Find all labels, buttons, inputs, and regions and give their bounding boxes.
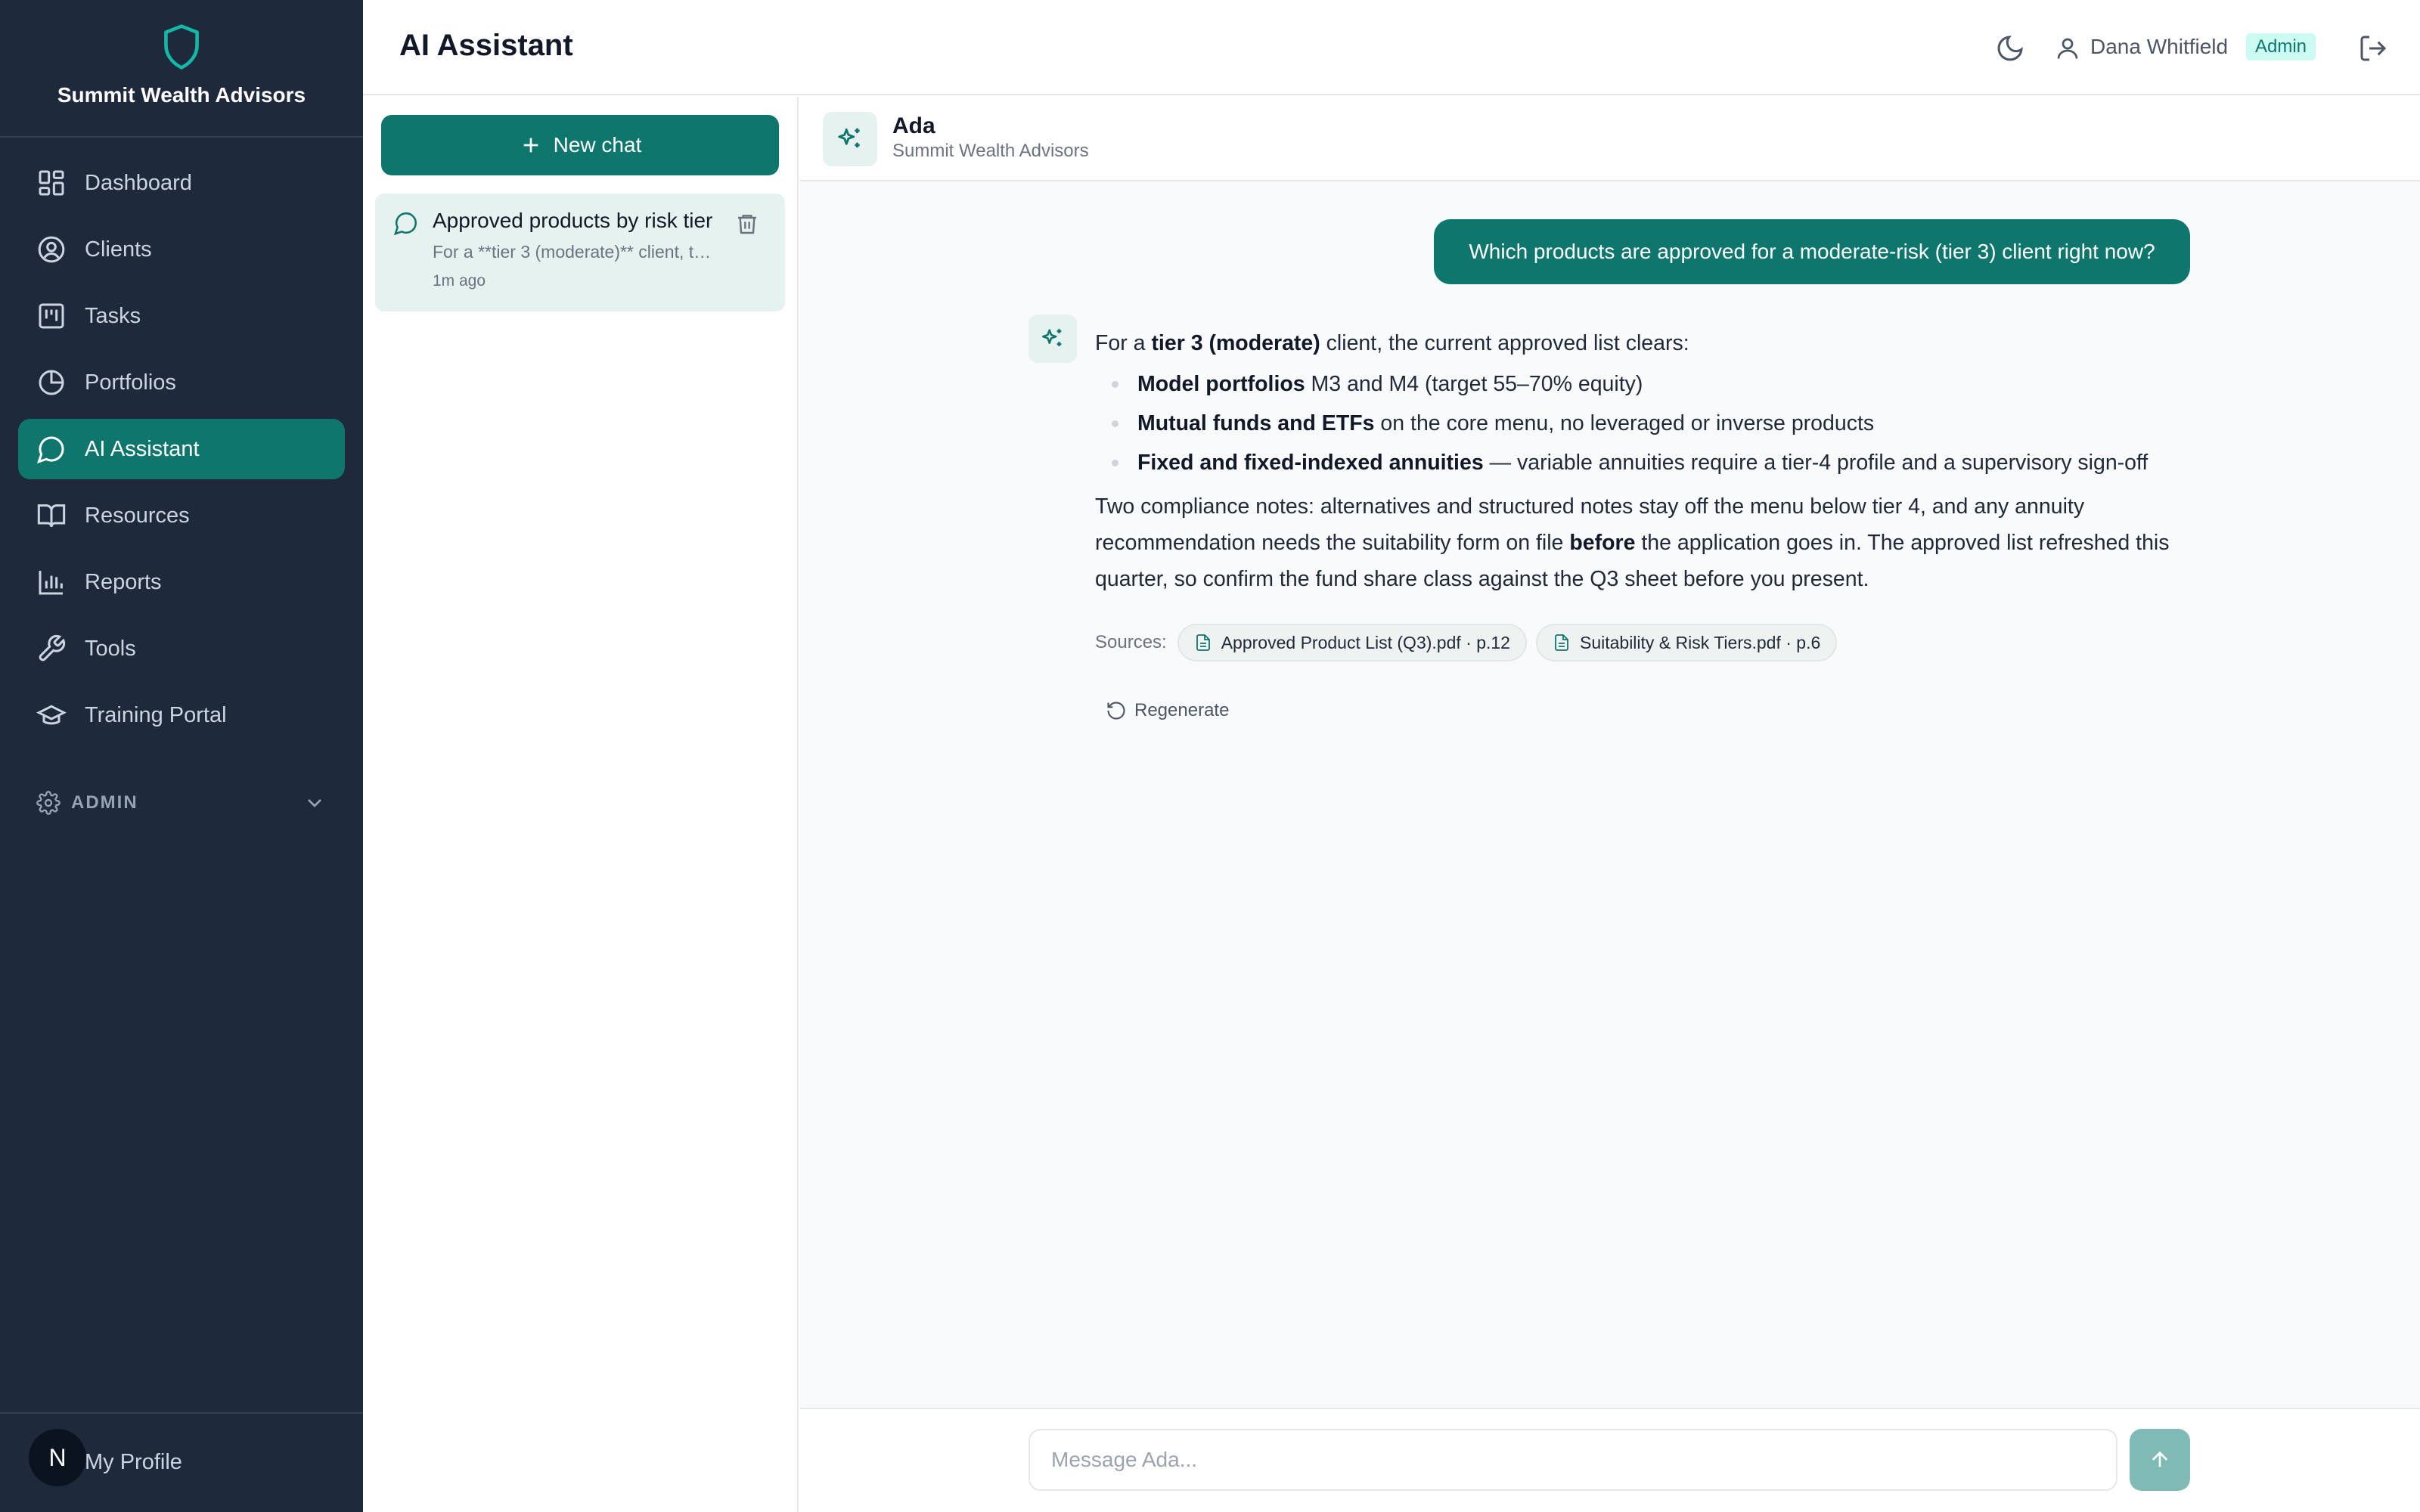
book-icon bbox=[37, 504, 66, 528]
composer bbox=[800, 1408, 2420, 1512]
message-circle-icon bbox=[36, 436, 64, 464]
file-text-icon bbox=[1196, 634, 1210, 651]
brand: Summit Wealth Advisors bbox=[0, 0, 363, 138]
message-circle-icon bbox=[393, 212, 417, 236]
list-item: Fixed and fixed-indexed annuities — vari… bbox=[1095, 443, 2207, 482]
sidebar-item-dashboard[interactable]: Dashboard bbox=[18, 153, 345, 213]
sidebar: Summit Wealth Advisors Dashboard Clients… bbox=[0, 0, 363, 1512]
bot-name: Ada bbox=[892, 113, 935, 138]
intro-text: For a bbox=[1095, 331, 1152, 355]
sidebar-item-label: Reports bbox=[85, 569, 162, 594]
shield-logo-icon bbox=[164, 24, 199, 70]
assistant-closing: Two compliance notes: alternatives and s… bbox=[1095, 488, 2207, 597]
intro-bold: tier 3 (moderate) bbox=[1151, 331, 1320, 355]
bullet-text: — variable annuities require a tier-4 pr… bbox=[1483, 451, 2149, 475]
user-name: Dana Whitfield bbox=[2090, 35, 2229, 58]
sidebar-item-label: Training Portal bbox=[85, 702, 227, 727]
bullet-bold: Fixed and fixed-indexed annuities bbox=[1137, 451, 1484, 475]
sidebar-item-reports[interactable]: Reports bbox=[18, 552, 345, 612]
bot-organization: Summit Wealth Advisors bbox=[892, 141, 1089, 161]
sources-label: Sources: bbox=[1095, 632, 1167, 652]
chat-item-title: Approved products by risk tier bbox=[433, 209, 713, 232]
sidebar-item-training-portal[interactable]: Training Portal bbox=[18, 685, 345, 745]
avatar: N bbox=[29, 1429, 86, 1486]
sparkles-icon bbox=[838, 128, 860, 148]
chat-item-preview: For a **tier 3 (moderate)** client, the … bbox=[433, 242, 720, 262]
sidebar-nav: Dashboard Clients Tasks Portfolios AI As… bbox=[18, 153, 345, 751]
regenerate-label: Regenerate bbox=[1134, 700, 1230, 720]
conversation-panel: Ada Summit Wealth Advisors Which product… bbox=[800, 97, 2420, 1512]
arrow-up-icon bbox=[2152, 1451, 2168, 1467]
user-circle-icon bbox=[38, 236, 65, 263]
profile-label: My Profile bbox=[85, 1450, 182, 1474]
message-input[interactable] bbox=[1028, 1429, 2118, 1491]
admin-label: ADMIN bbox=[71, 792, 138, 813]
new-chat-button[interactable]: New chat bbox=[381, 115, 779, 175]
sidebar-item-tools[interactable]: Tools bbox=[18, 618, 345, 679]
sidebar-item-ai-assistant[interactable]: AI Assistant bbox=[18, 419, 345, 479]
source-chip-label: Approved Product List (Q3).pdf · p.12 bbox=[1221, 632, 1510, 652]
user-icon bbox=[2057, 38, 2078, 59]
closing-bold: before bbox=[1569, 531, 1636, 555]
brand-name: Summit Wealth Advisors bbox=[57, 83, 306, 107]
assistant-message: For a tier 3 (moderate) client, the curr… bbox=[1095, 325, 2207, 597]
user-message-bubble: Which products are approved for a modera… bbox=[1434, 219, 2190, 284]
plus-icon bbox=[523, 138, 538, 153]
sidebar-item-tasks[interactable]: Tasks bbox=[18, 286, 345, 346]
sidebar-item-label: Portfolios bbox=[85, 370, 176, 395]
sidebar-item-label: Tools bbox=[85, 636, 136, 661]
assistant-avatar bbox=[1028, 314, 1077, 363]
conversation-header: Ada Summit Wealth Advisors bbox=[800, 97, 2420, 181]
new-chat-label: New chat bbox=[553, 133, 642, 156]
top-header: AI Assistant Dana Whitfield Admin bbox=[363, 0, 2420, 95]
source-chip[interactable]: Suitability & Risk Tiers.pdf · p.6 bbox=[1535, 624, 1838, 662]
send-button[interactable] bbox=[2130, 1429, 2190, 1491]
bullet-bold: Mutual funds and ETFs bbox=[1137, 411, 1375, 435]
sidebar-item-label: Resources bbox=[85, 503, 190, 528]
wrench-icon bbox=[39, 634, 66, 662]
moon-icon[interactable] bbox=[1995, 33, 2025, 64]
gear-icon bbox=[36, 791, 60, 815]
bullet-bold: Model portfolios bbox=[1137, 372, 1305, 396]
sources-row: Sources: Approved Product List (Q3).pdf … bbox=[1095, 623, 1846, 662]
bullet-text: M3 and M4 (target 55–70% equity) bbox=[1305, 372, 1643, 396]
assistant-bullet-list: Model portfolios M3 and M4 (target 55–70… bbox=[1095, 364, 2207, 482]
sidebar-item-label: Clients bbox=[85, 237, 152, 262]
chevron-down-icon bbox=[308, 799, 321, 807]
chat-item-time: 1m ago bbox=[433, 272, 486, 290]
chat-list-panel: New chat Approved products by risk tier … bbox=[363, 97, 799, 1512]
dashboard-icon bbox=[39, 170, 64, 196]
user-message-text: Which products are approved for a modera… bbox=[1469, 240, 2155, 263]
role-badge: Admin bbox=[2246, 33, 2316, 60]
sidebar-item-portfolios[interactable]: Portfolios bbox=[18, 352, 345, 413]
sidebar-item-label: Dashboard bbox=[85, 170, 192, 195]
intro-text: client, the current approved list clears… bbox=[1320, 331, 1689, 355]
sidebar-item-clients[interactable]: Clients bbox=[18, 219, 345, 280]
regenerate-button[interactable]: Regenerate bbox=[1106, 696, 1229, 726]
source-chip[interactable]: Approved Product List (Q3).pdf · p.12 bbox=[1177, 624, 1527, 662]
source-chip-label: Suitability & Risk Tiers.pdf · p.6 bbox=[1579, 632, 1821, 652]
logout-icon[interactable] bbox=[2358, 33, 2388, 64]
list-item: Model portfolios M3 and M4 (target 55–70… bbox=[1095, 364, 2207, 404]
my-profile-link[interactable]: N My Profile bbox=[0, 1412, 363, 1512]
page-title: AI Assistant bbox=[399, 29, 573, 62]
admin-section-toggle[interactable]: ADMIN bbox=[36, 786, 327, 820]
sidebar-item-resources[interactable]: Resources bbox=[18, 485, 345, 546]
pie-chart-icon bbox=[39, 370, 64, 395]
sidebar-item-label: Tasks bbox=[85, 303, 141, 328]
rotate-ccw-icon bbox=[1107, 702, 1125, 720]
file-text-icon bbox=[1555, 634, 1568, 651]
sparkles-icon bbox=[1041, 329, 1062, 346]
list-item: Mutual funds and ETFs on the core menu, … bbox=[1095, 404, 2207, 443]
sidebar-item-label: AI Assistant bbox=[85, 436, 200, 461]
chat-list-item[interactable]: Approved products by risk tier For a **t… bbox=[375, 194, 785, 311]
kanban-icon bbox=[39, 303, 64, 329]
bar-chart-icon bbox=[39, 571, 63, 595]
graduation-cap-icon bbox=[36, 705, 67, 725]
trash-icon[interactable] bbox=[735, 212, 759, 236]
assistant-intro: For a tier 3 (moderate) client, the curr… bbox=[1095, 325, 2207, 361]
bot-avatar bbox=[823, 112, 877, 166]
bullet-text: on the core menu, no leveraged or invers… bbox=[1374, 411, 1875, 435]
